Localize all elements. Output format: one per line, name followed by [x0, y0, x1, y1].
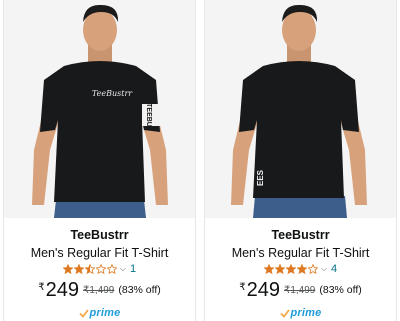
prime-badge: prime: [4, 307, 195, 319]
prime-label: prime: [290, 307, 322, 319]
star-icon: [285, 264, 296, 274]
price: 249: [45, 279, 79, 301]
prime-badge: prime: [205, 307, 396, 319]
price-row: ₹ 249 ₹1,499 (83% off): [205, 280, 396, 300]
star-icon: [106, 264, 117, 274]
product-card[interactable]: EES TeeBustrr Men's Regular Fit T-Shirt …: [204, 0, 397, 321]
currency-symbol: ₹: [38, 282, 45, 293]
currency-symbol: ₹: [239, 282, 246, 293]
price-row: ₹ 249 ₹1,499 (83% off): [4, 280, 195, 300]
product-title[interactable]: Men's Regular Fit T-Shirt: [205, 246, 396, 260]
sleeve-print: TEEBU: [145, 103, 152, 127]
rating-row[interactable]: ⌵ 4: [205, 262, 396, 276]
star-icon: [62, 264, 73, 274]
star-icon: [95, 264, 106, 274]
chevron-down-icon[interactable]: ⌵: [120, 264, 126, 274]
star-icon: [263, 264, 274, 274]
star-icon: [296, 264, 307, 274]
star-icon: [307, 264, 318, 274]
model-photo: EES: [205, 0, 396, 218]
rating-row[interactable]: ⌵ 1: [4, 262, 195, 276]
prime-label: prime: [89, 307, 121, 319]
chevron-down-icon[interactable]: ⌵: [321, 264, 327, 274]
price: 249: [246, 279, 280, 301]
star-icon: [274, 264, 285, 274]
mrp-price: ₹1,499: [283, 285, 316, 296]
product-info: TeeBustrr Men's Regular Fit T-Shirt ⌵ 4 …: [205, 218, 396, 321]
star-rating[interactable]: [62, 264, 117, 274]
star-icon: [84, 264, 95, 274]
product-grid: TEEBU TeeBustrr TeeBustrr Men's Regular …: [0, 0, 400, 321]
rating-count-link[interactable]: 1: [130, 263, 136, 275]
prime-check-icon: [279, 308, 290, 318]
brand-name[interactable]: TeeBustrr: [205, 228, 396, 242]
mrp-price: ₹1,499: [82, 285, 115, 296]
prime-check-icon: [78, 308, 89, 318]
star-rating[interactable]: [263, 264, 318, 274]
product-info: TeeBustrr Men's Regular Fit T-Shirt ⌵ 1 …: [4, 218, 195, 321]
rating-count-link[interactable]: 4: [331, 263, 337, 275]
brand-name[interactable]: TeeBustrr: [4, 228, 195, 242]
side-print: EES: [256, 169, 265, 186]
discount-text: (83% off): [118, 284, 161, 296]
chest-print: TeeBustrr: [92, 89, 133, 98]
model-photo: TEEBU TeeBustrr: [4, 0, 195, 218]
discount-text: (83% off): [319, 284, 362, 296]
product-image[interactable]: TEEBU TeeBustrr: [4, 0, 195, 218]
product-title[interactable]: Men's Regular Fit T-Shirt: [4, 246, 195, 260]
product-card[interactable]: TEEBU TeeBustrr TeeBustrr Men's Regular …: [3, 0, 196, 321]
star-icon: [73, 264, 84, 274]
product-image[interactable]: EES: [205, 0, 396, 218]
